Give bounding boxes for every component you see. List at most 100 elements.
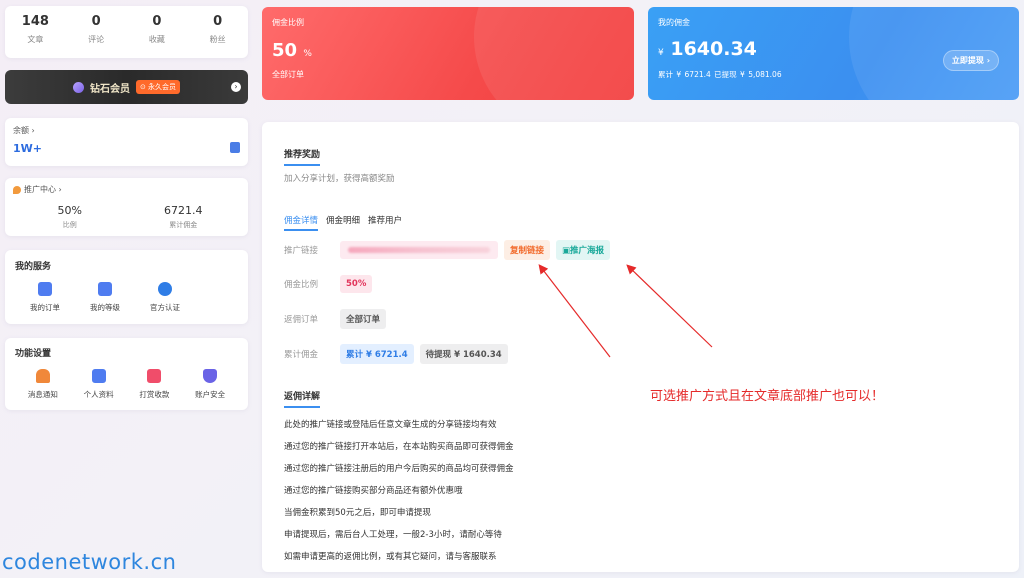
rebate-value: 全部订单: [340, 309, 387, 329]
vip-title: 钻石会员: [89, 83, 130, 95]
promo-center-title: 推广中心 ›: [24, 185, 62, 194]
rule-line: 如需申请更高的返佣比例，或有其它疑问，请与客服联系: [284, 552, 497, 562]
referral-panel: 推荐奖励 加入分享计划，获得高额奖励 佣金详情 佣金明细 推荐用户 推广链接 复…: [262, 122, 1019, 572]
vip-badge: ⊙ 永久会员: [135, 80, 181, 94]
tab-referred-users[interactable]: 推荐用户: [368, 214, 402, 231]
rules-title: 返佣详解: [284, 389, 321, 408]
function-label: 打赏收款: [139, 390, 170, 399]
rule-line: 通过您的推广链接注册后的用户今后购买的商品均可获得佣金: [284, 464, 514, 474]
promo-rate-value: 50%: [57, 204, 82, 217]
section-title: 推荐奖励: [284, 147, 321, 166]
field-label: 返佣订单: [284, 315, 319, 325]
decor-circle: [474, 7, 634, 100]
clipboard-icon: [38, 282, 52, 296]
stat-value: 0: [213, 14, 223, 29]
annotation-text: 可选推广方式且在文章底部推广也可以！: [650, 389, 885, 404]
service-label: 我的订单: [30, 303, 60, 312]
my-commission-card: 我的佣金 ¥ 1640.34 累计 ¥ 6721.4 已提现 ¥ 5,081.0…: [648, 7, 1019, 100]
promo-poster-label: 推广海报: [570, 246, 605, 256]
function-label: 消息通知: [27, 390, 58, 399]
stat-label: 粉丝: [209, 35, 226, 44]
copy-link-button[interactable]: 复制链接: [504, 240, 551, 260]
field-label: 累计佣金: [284, 350, 319, 360]
rebate-row: 返佣订单 全部订单: [284, 309, 387, 329]
services-title: 我的服务: [15, 262, 52, 272]
chevron-right-icon[interactable]: ›: [231, 82, 241, 92]
image-icon: ▣: [562, 246, 571, 256]
tab-commission-details[interactable]: 佣金详情: [284, 214, 319, 231]
stat-label: 评论: [88, 35, 105, 44]
promo-total-value: 6721.4: [164, 204, 203, 217]
stat-label: 文章: [27, 35, 44, 44]
watermark: codenetwork.cn: [2, 550, 177, 574]
commission-rate-card: 佣金比例 50 % 全部订单: [262, 7, 634, 100]
service-my-orders[interactable]: 我的订单: [15, 282, 75, 313]
field-label: 推广链接: [284, 246, 319, 256]
rules-section: 返佣详解 此处的推广链接或登陆后任意文章生成的分享链接均有效 通过您的推广链接打…: [284, 384, 514, 562]
promo-link-field[interactable]: [340, 241, 498, 259]
service-label: 官方认证: [150, 303, 180, 312]
verified-icon: [158, 282, 172, 296]
service-my-level[interactable]: 我的等级: [75, 282, 135, 313]
total-row: 累计佣金 累计 ¥ 6721.4 待提现 ¥ 1640.34: [284, 344, 508, 364]
tab-bar: 佣金详情 佣金明细 推荐用户: [284, 214, 997, 231]
services-card: 我的服务 我的订单 我的等级 官方认证: [5, 250, 248, 324]
rule-line: 申请提现后，需后台人工处理，一般2-3小时，请耐心等待: [284, 530, 502, 540]
function-label: 账户安全: [195, 390, 226, 399]
function-security[interactable]: 账户安全: [182, 369, 238, 400]
rate-value: 50%: [340, 275, 373, 293]
blurred-link: [348, 247, 490, 253]
wallet-icon[interactable]: [230, 142, 240, 153]
function-profile[interactable]: 个人资料: [71, 369, 127, 400]
function-notifications[interactable]: 消息通知: [15, 369, 71, 400]
promo-total: 6721.4 累计佣金: [127, 204, 241, 230]
pending-value: 待提现 ¥ 1640.34: [419, 344, 508, 364]
total-value: 累计 ¥ 6721.4: [340, 344, 414, 364]
fire-icon: [13, 185, 21, 194]
tab-commission-records[interactable]: 佣金明细: [326, 214, 360, 231]
promo-rate: 50% 比例: [13, 204, 127, 230]
promo-center-card[interactable]: 推广中心 › 50% 比例 6721.4 累计佣金: [5, 178, 248, 236]
vip-banner[interactable]: 钻石会员 ⊙ 永久会员 ›: [5, 70, 248, 104]
field-label: 佣金比例: [284, 280, 319, 290]
promo-total-label: 累计佣金: [169, 221, 198, 229]
rule-line: 通过您的推广链接打开本站后，在本站购买商品即可获得佣金: [284, 442, 514, 452]
functions-card: 功能设置 消息通知 个人资料 打赏收款 账户安全: [5, 338, 248, 410]
service-verification[interactable]: 官方认证: [135, 282, 195, 313]
commission-rate-value: 50: [272, 40, 298, 61]
promo-link-row: 推广链接 复制链接 ▣推广海报: [284, 240, 611, 260]
my-commission-value: 1640.34: [670, 38, 757, 60]
bell-icon: [35, 369, 50, 383]
stat-articles[interactable]: 148 文章: [5, 6, 66, 58]
commission-rate-unit: %: [303, 49, 312, 59]
gift-icon: [147, 369, 162, 383]
chart-icon: [98, 282, 112, 296]
balance-value: 1W+: [13, 142, 43, 155]
diamond-icon: [72, 81, 84, 93]
rule-line: 通过您的推广链接购买部分商品还有额外优惠哦: [284, 486, 463, 496]
stat-followers[interactable]: 0 粉丝: [187, 6, 248, 58]
function-donation[interactable]: 打赏收款: [127, 369, 183, 400]
functions-title: 功能设置: [15, 349, 52, 359]
shield-icon: [203, 369, 218, 383]
user-stats-card: 148 文章 0 评论 0 收藏 0 粉丝: [5, 6, 248, 58]
rule-line: 此处的推广链接或登陆后任意文章生成的分享链接均有效: [284, 420, 497, 430]
balance-card[interactable]: 余额 › 1W+: [5, 118, 248, 166]
function-label: 个人资料: [83, 390, 114, 399]
service-label: 我的等级: [90, 303, 120, 312]
withdraw-button[interactable]: 立即提现 ›: [942, 50, 999, 71]
stat-value: 148: [21, 14, 49, 29]
balance-label: 余额 ›: [13, 126, 35, 135]
section-subtitle: 加入分享计划，获得高额奖励: [284, 174, 395, 184]
rule-line: 当佣金积累到50元之后，即可申请提现: [284, 508, 431, 518]
rate-row: 佣金比例 50%: [284, 275, 373, 293]
promo-rate-label: 比例: [62, 221, 77, 229]
currency-symbol: ¥: [658, 48, 664, 58]
stat-comments[interactable]: 0 评论: [66, 6, 127, 58]
stat-value: 0: [152, 14, 162, 29]
stat-value: 0: [91, 14, 101, 29]
promo-poster-button[interactable]: ▣推广海报: [556, 240, 611, 260]
stat-label: 收藏: [148, 35, 165, 44]
profile-icon: [91, 369, 106, 383]
stat-favorites[interactable]: 0 收藏: [127, 6, 188, 58]
